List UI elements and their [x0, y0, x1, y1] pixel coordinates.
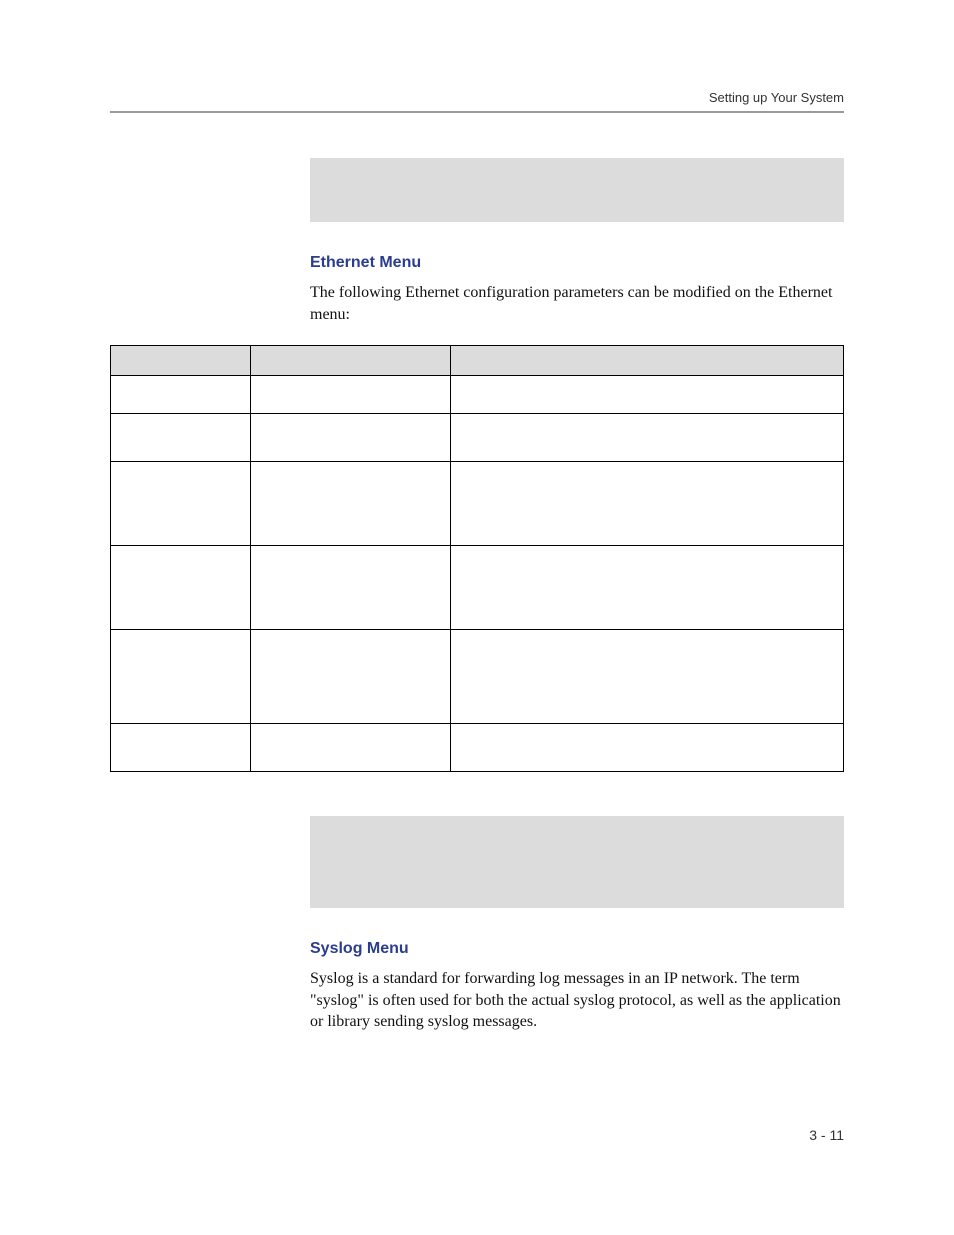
table-cell: [451, 376, 844, 414]
syslog-intro: Syslog is a standard for forwarding log …: [310, 968, 844, 1033]
table-header-3: [451, 346, 844, 376]
table-cell: [251, 414, 451, 462]
table-cell: [111, 724, 251, 772]
table-cell: [251, 462, 451, 546]
page-header-section: Setting up Your System: [110, 90, 844, 105]
table-row: [111, 414, 844, 462]
table-cell: [451, 414, 844, 462]
table-cell: [251, 724, 451, 772]
table-header-1: [111, 346, 251, 376]
table-row: [111, 630, 844, 724]
table-row: [111, 462, 844, 546]
content-area: Ethernet Menu The following Ethernet con…: [110, 158, 844, 1053]
header-divider: [110, 111, 844, 113]
note-box-1: [310, 158, 844, 222]
page-number: 3 - 11: [809, 1127, 844, 1143]
table-header-row: [111, 346, 844, 376]
table-cell: [451, 630, 844, 724]
table-cell: [251, 546, 451, 630]
table-cell: [251, 630, 451, 724]
table-cell: [111, 546, 251, 630]
table-header-2: [251, 346, 451, 376]
table-cell: [451, 462, 844, 546]
ethernet-table: [110, 345, 844, 772]
ethernet-intro: The following Ethernet configuration par…: [310, 282, 844, 325]
table-cell: [251, 376, 451, 414]
table-cell: [451, 724, 844, 772]
table-row: [111, 546, 844, 630]
table-cell: [111, 462, 251, 546]
table-row: [111, 724, 844, 772]
table-cell: [111, 376, 251, 414]
table-cell: [111, 414, 251, 462]
ethernet-heading: Ethernet Menu: [310, 254, 844, 272]
table-cell: [451, 546, 844, 630]
table-cell: [111, 630, 251, 724]
syslog-heading: Syslog Menu: [310, 940, 844, 958]
table-row: [111, 376, 844, 414]
note-box-2: [310, 816, 844, 908]
